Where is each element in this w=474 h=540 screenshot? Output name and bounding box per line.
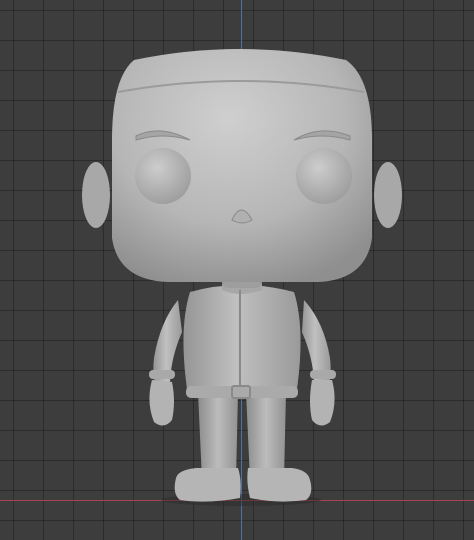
left-eye (135, 148, 191, 204)
right-eye (296, 148, 352, 204)
right-ear (374, 162, 402, 228)
3d-viewport[interactable] (0, 0, 474, 540)
left-ear (82, 162, 110, 228)
legs (174, 392, 312, 502)
torso (183, 284, 301, 399)
figure-model[interactable] (0, 0, 474, 540)
